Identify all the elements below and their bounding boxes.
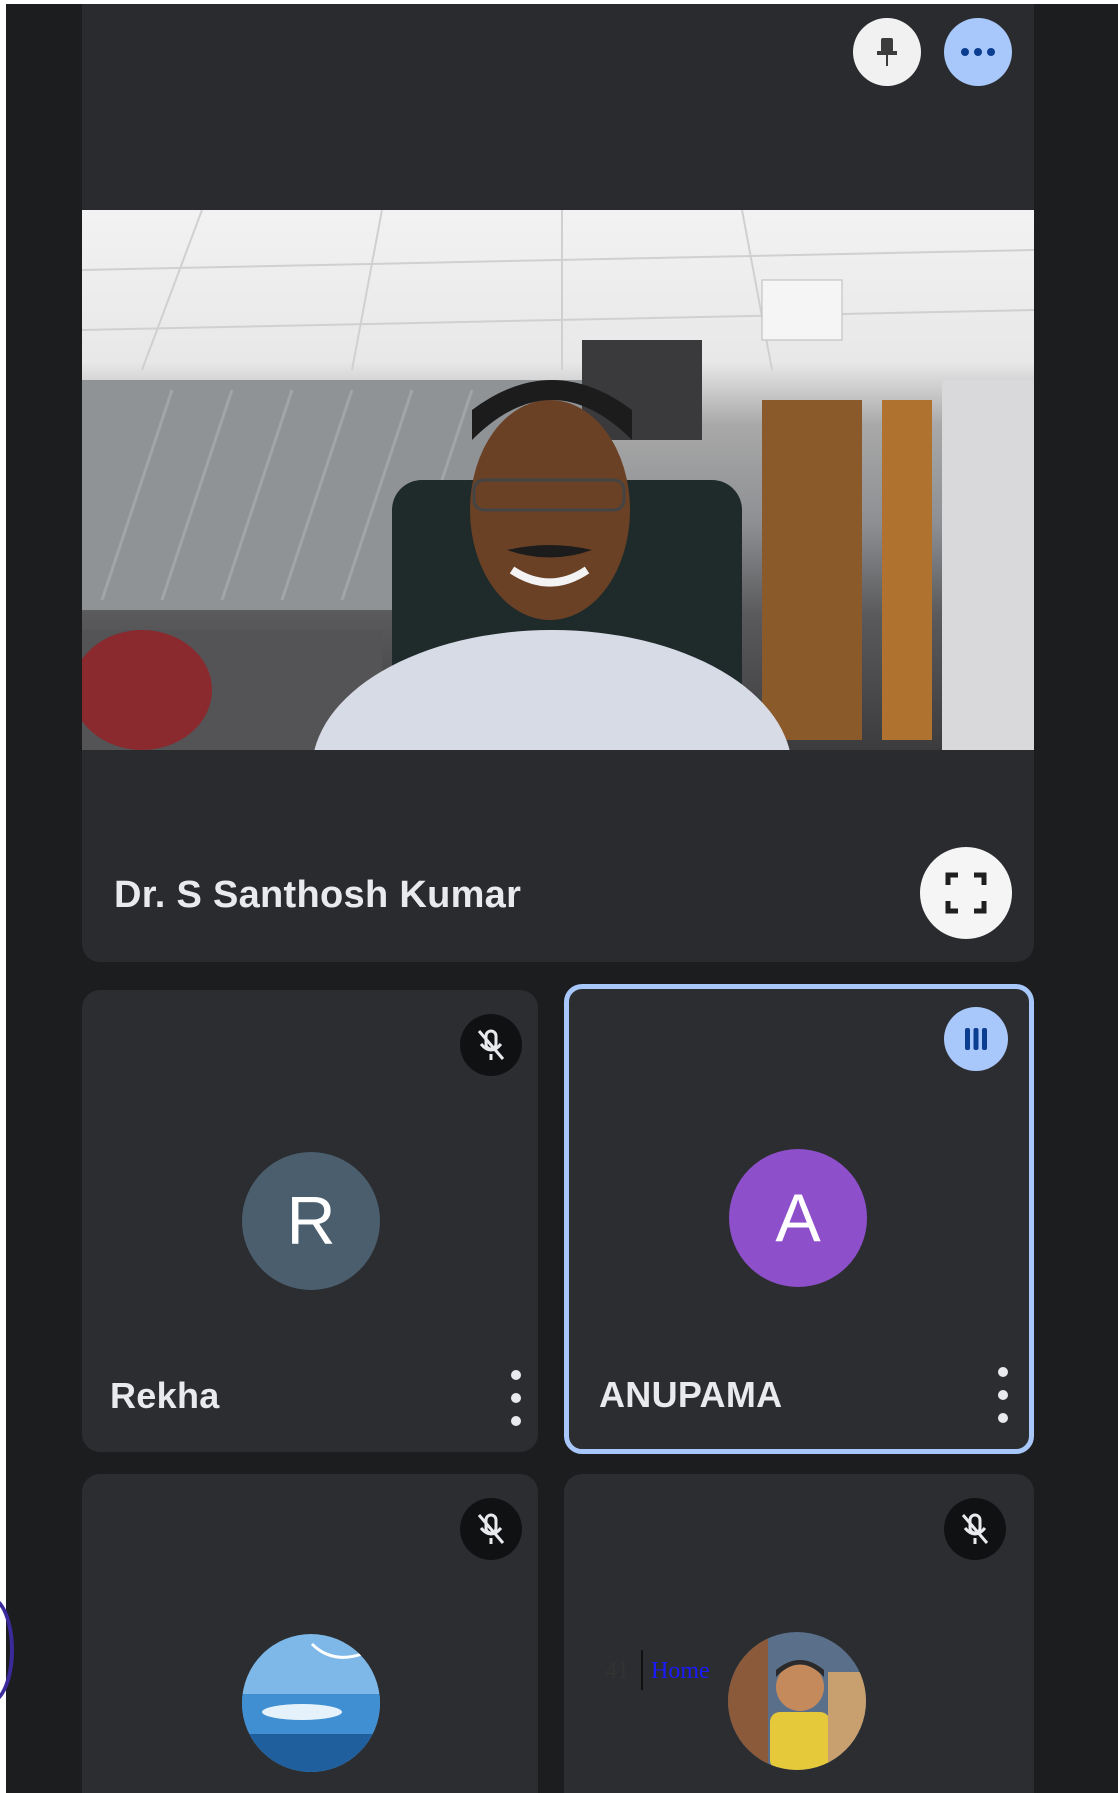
participant-tile-speaking[interactable]: A ANUPAMA: [564, 984, 1034, 1454]
participant-tile[interactable]: [564, 1474, 1034, 1793]
participant-tile[interactable]: [82, 1474, 538, 1793]
mic-off-icon: [944, 1498, 1006, 1560]
audio-level-indicator: [944, 1007, 1008, 1071]
meeting-window: Dr. S Santhosh Kumar R Rekha A ANUPAMA: [6, 4, 1118, 1793]
pin-button[interactable]: [853, 18, 921, 86]
page-number: 41: [605, 1658, 629, 1684]
participant-video-feed: [82, 210, 1034, 750]
mic-off-icon: [460, 1014, 522, 1076]
avatar: A: [729, 1149, 867, 1287]
pin-icon: [877, 38, 897, 66]
more-options-icon: [961, 48, 995, 56]
more-options-button[interactable]: [944, 18, 1012, 86]
video-scene: [82, 210, 1034, 750]
participant-name: ANUPAMA: [599, 1374, 783, 1415]
participant-menu-button[interactable]: [991, 1367, 1015, 1423]
main-speaker-tile[interactable]: Dr. S Santhosh Kumar: [82, 4, 1034, 962]
avatar-initial: A: [775, 1180, 821, 1256]
avatar-photo: [728, 1632, 866, 1770]
main-participant-name: Dr. S Santhosh Kumar: [114, 874, 522, 916]
participant-tile[interactable]: R Rekha: [82, 990, 538, 1452]
ceiling-grid: [82, 210, 1034, 371]
mic-off-icon: [460, 1498, 522, 1560]
participant-menu-button[interactable]: [504, 1370, 528, 1426]
fullscreen-button[interactable]: [920, 847, 1012, 939]
avatar-photo: [242, 1634, 380, 1772]
speaking-icon: [965, 1028, 987, 1050]
avatar: R: [242, 1152, 380, 1290]
footer-divider: [641, 1650, 643, 1690]
participant-name: Rekha: [110, 1375, 220, 1416]
home-link[interactable]: Home: [651, 1658, 710, 1685]
avatar-initial: R: [286, 1183, 336, 1259]
fullscreen-icon: [945, 872, 987, 914]
